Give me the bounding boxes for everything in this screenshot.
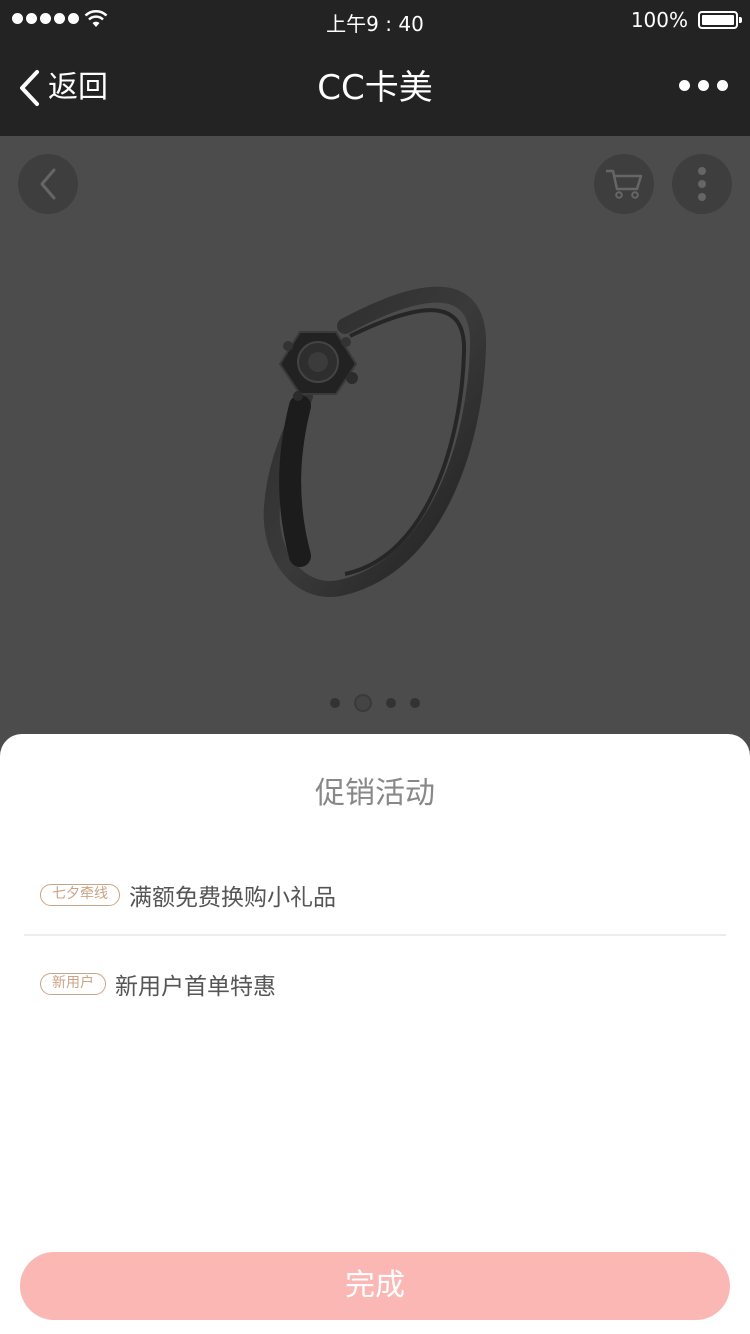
page-dot[interactable] bbox=[410, 698, 420, 708]
page-dot[interactable] bbox=[330, 698, 340, 708]
carousel-back-button[interactable] bbox=[18, 154, 78, 214]
promotion-item[interactable]: 新用户 新用户首单特惠 bbox=[24, 944, 726, 1024]
page-dot[interactable] bbox=[386, 698, 396, 708]
promotion-text: 新用户首单特惠 bbox=[115, 974, 276, 1000]
promotion-tag: 七夕牵线 bbox=[40, 884, 120, 906]
more-dot-icon bbox=[679, 80, 690, 91]
more-dot-icon bbox=[698, 80, 709, 91]
done-button[interactable]: 完成 bbox=[20, 1252, 730, 1320]
promotion-text: 满额免费换购小礼品 bbox=[129, 885, 336, 911]
product-image-carousel[interactable] bbox=[0, 136, 750, 756]
battery-percentage: 100% bbox=[630, 8, 688, 32]
promotion-sheet: 促销活动 七夕牵线 满额免费换购小礼品 新用户 新用户首单特惠 完成 bbox=[0, 734, 750, 1334]
chevron-left-icon bbox=[40, 168, 56, 200]
carousel-page-indicator bbox=[0, 694, 750, 712]
ring-image bbox=[263, 286, 487, 597]
more-dot-icon bbox=[717, 80, 728, 91]
shopping-cart-icon bbox=[606, 169, 643, 199]
page-title: CC卡美 bbox=[317, 68, 433, 108]
page-dot-active[interactable] bbox=[354, 694, 372, 712]
promotion-item[interactable]: 七夕牵线 满额免费换购小礼品 bbox=[24, 856, 726, 936]
more-options-button[interactable] bbox=[679, 80, 728, 91]
promotion-tag: 新用户 bbox=[40, 973, 106, 995]
cart-button[interactable] bbox=[594, 154, 654, 214]
battery-icon bbox=[698, 11, 742, 29]
status-bar: 上午9 : 40 100% bbox=[0, 0, 750, 40]
navigation-bar: 返回 CC卡美 bbox=[0, 40, 750, 136]
more-vertical-icon bbox=[698, 167, 706, 201]
vertical-more-button[interactable] bbox=[672, 154, 732, 214]
sheet-title: 促销活动 bbox=[315, 776, 435, 811]
